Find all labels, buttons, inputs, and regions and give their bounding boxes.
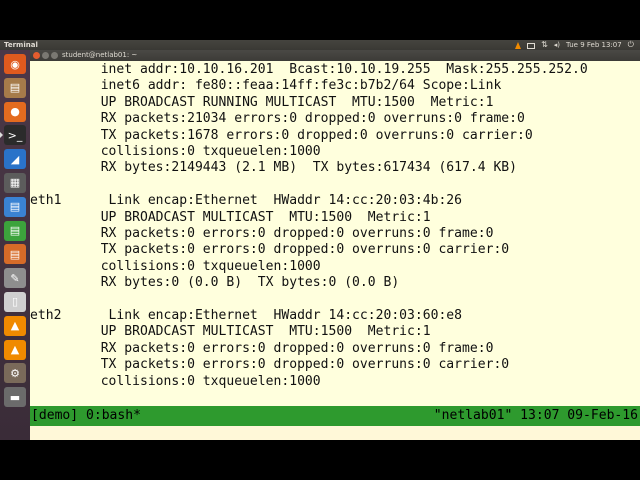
terminal-line: collisions:0 txqueuelen:1000: [30, 258, 321, 274]
terminal-icon[interactable]: >_: [0, 125, 26, 146]
terminal-line: TX packets:0 errors:0 dropped:0 overruns…: [30, 242, 510, 258]
terminal-line: inet6 addr: fe80::feaa:14ff:fe3c:b7b2/64…: [30, 78, 502, 94]
network-arrows-icon[interactable]: ⇅: [541, 40, 548, 50]
mail-icon[interactable]: [527, 43, 536, 49]
terminal-line: RX packets:0 errors:0 dropped:0 overruns…: [30, 226, 494, 241]
firefox-icon[interactable]: ●: [4, 101, 26, 122]
volume-icon[interactable]: ◂): [554, 40, 560, 50]
text-editor-icon[interactable]: ✎: [4, 268, 26, 289]
terminal-line: collisions:0 txqueuelen:1000: [30, 144, 321, 159]
window-controls: [33, 52, 58, 59]
wireshark-icon[interactable]: ◢: [4, 149, 26, 170]
terminal-line: inet addr:10.10.16.201 Bcast:10.10.19.25…: [30, 62, 588, 77]
letterbox-bottom: [0, 440, 640, 480]
terminal-line: RX bytes:0 (0.0 B) TX bytes:0 (0.0 B): [30, 275, 400, 291]
libreoffice-calc-icon[interactable]: ▤: [4, 220, 26, 241]
window-title: student@netlab01: ~: [62, 51, 138, 59]
terminal-line: eth1 Link encap:Ethernet HWaddr 14:cc:20…: [30, 193, 463, 209]
minimize-button[interactable]: [42, 52, 49, 59]
terminal-line: UP BROADCAST MULTICAST MTU:1500 Metric:1: [30, 209, 431, 225]
maximize-button[interactable]: [51, 52, 58, 59]
vlc-icon-2[interactable]: ▲: [4, 339, 26, 360]
vlc-tray-icon[interactable]: [515, 42, 522, 49]
ubuntu-dash-icon[interactable]: ◉: [4, 54, 26, 74]
tmux-host-clock: "netlab01" 13:07 09-Feb-16: [433, 408, 638, 423]
vlc-icon[interactable]: ▲: [4, 315, 26, 336]
terminal-line: collisions:0 txqueuelen:1000: [30, 373, 321, 389]
letterbox-top: [0, 0, 640, 40]
files-icon[interactable]: ▤: [4, 77, 26, 98]
libreoffice-writer-icon[interactable]: ▤: [4, 196, 26, 217]
libreoffice-impress-icon[interactable]: ▤: [4, 244, 26, 265]
top-panel: Terminal ⇅ ◂) Tue 9 Feb 13:07 ⏻: [0, 40, 640, 50]
terminal-line: TX packets:1678 errors:0 dropped:0 overr…: [30, 127, 533, 143]
terminal-output[interactable]: inet addr:10.10.16.201 Bcast:10.10.19.25…: [30, 61, 640, 406]
tmux-status-bar: [demo] 0:bash* "netlab01" 13:07 09-Feb-1…: [30, 406, 640, 426]
terminal-line: UP BROADCAST RUNNING MULTICAST MTU:1500 …: [30, 94, 494, 110]
launcher: ◉ ▤ ● >_ ◢ ▦ ▤ ▤ ▤ ✎ ▯ ▲ ▲ ⚙ ▬: [0, 50, 30, 440]
terminal-line: TX packets:0 errors:0 dropped:0 overruns…: [30, 357, 510, 373]
tmux-session-window: [demo] 0:bash*: [31, 408, 141, 423]
calculator-icon[interactable]: ▦: [4, 172, 26, 193]
system-settings-icon[interactable]: ⚙: [4, 363, 26, 384]
terminal-line: UP BROADCAST MULTICAST MTU:1500 Metric:1: [30, 324, 431, 340]
clock[interactable]: Tue 9 Feb 13:07: [566, 40, 622, 50]
terminal-bottom-margin: [30, 426, 640, 440]
terminal-line: RX packets:21034 errors:0 dropped:0 over…: [30, 111, 525, 127]
window-title-bar[interactable]: student@netlab01: ~: [30, 50, 640, 61]
active-app-title: Terminal: [4, 41, 38, 49]
power-icon[interactable]: ⏻: [628, 40, 634, 50]
trash-icon[interactable]: ▬: [4, 387, 26, 408]
close-button[interactable]: [33, 52, 40, 59]
document-icon[interactable]: ▯: [4, 291, 26, 312]
terminal-line: RX bytes:2149443 (2.1 MB) TX bytes:61743…: [30, 160, 518, 176]
terminal-line: RX packets:0 errors:0 dropped:0 overruns…: [30, 340, 494, 356]
terminal-line: eth2 Link encap:Ethernet HWaddr 14:cc:20…: [30, 308, 463, 323]
indicator-area: ⇅ ◂) Tue 9 Feb 13:07 ⏻: [515, 40, 634, 50]
